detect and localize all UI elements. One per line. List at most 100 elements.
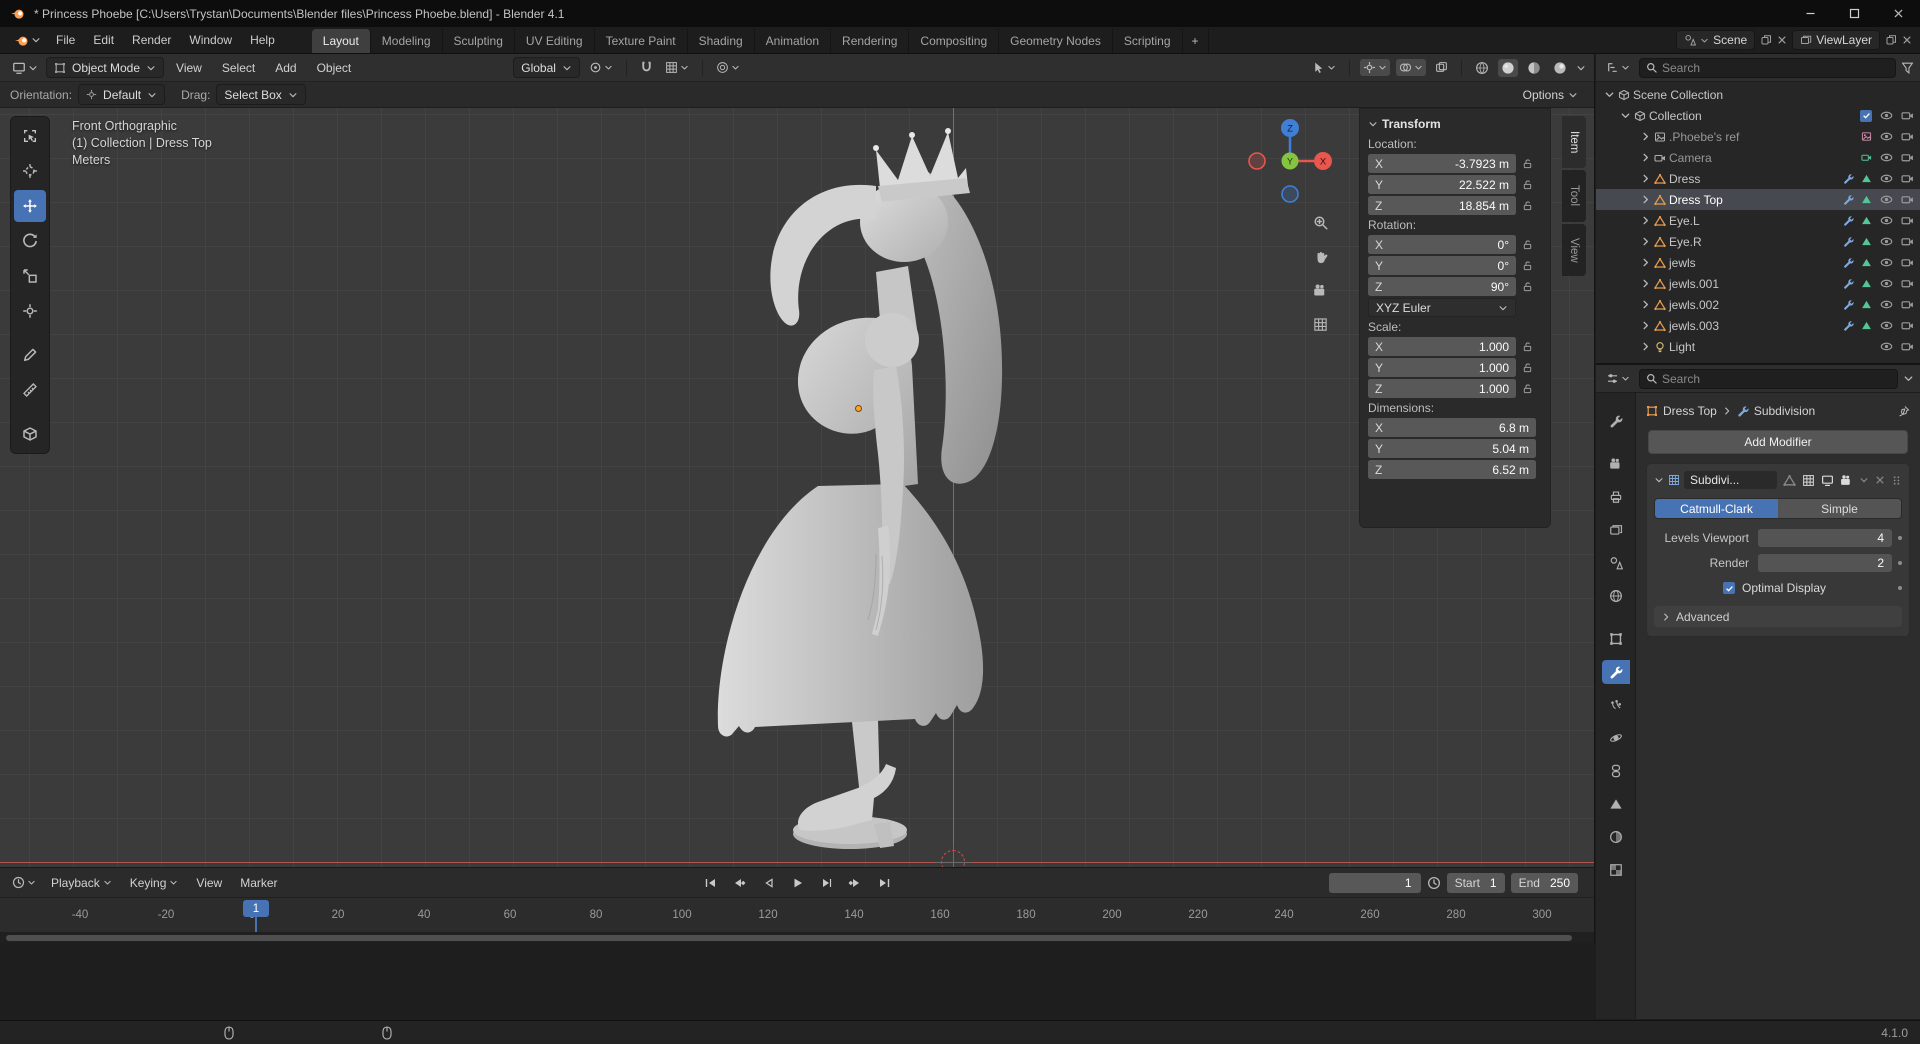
play-button[interactable] [784, 873, 810, 893]
workspace-tab-compositing[interactable]: Compositing [909, 29, 999, 53]
properties-search[interactable] [1639, 369, 1898, 389]
workspace-tab-modeling[interactable]: Modeling [371, 29, 443, 53]
workspace-tab-shading[interactable]: Shading [688, 29, 755, 53]
shading-dropdown-icon[interactable] [1576, 63, 1586, 73]
add-workspace-button[interactable]: + [1183, 29, 1209, 53]
advanced-section-header[interactable]: Advanced [1654, 606, 1902, 627]
rotate-tool[interactable] [14, 225, 46, 257]
eye-icon[interactable] [1880, 277, 1893, 290]
eye-icon[interactable] [1880, 235, 1893, 248]
tab-view[interactable]: View [1562, 224, 1586, 276]
tab-tool[interactable] [1602, 409, 1630, 433]
tab-texture[interactable] [1602, 858, 1630, 882]
extras-dropdown-icon[interactable] [1859, 475, 1869, 485]
toggle-xray[interactable] [1432, 59, 1451, 76]
tab-render[interactable] [1602, 452, 1630, 476]
transform-panel-header[interactable]: Transform [1368, 114, 1542, 134]
animate-dot-icon[interactable] [1898, 586, 1902, 590]
animate-dot-icon[interactable] [1898, 536, 1902, 540]
tab-item[interactable]: Item [1562, 116, 1586, 168]
tab-view-layer[interactable] [1602, 518, 1630, 542]
tab-tool[interactable]: Tool [1562, 170, 1586, 222]
lock-icon[interactable] [1522, 383, 1533, 394]
jump-to-start-button[interactable] [697, 873, 723, 893]
navigation-gizmo[interactable]: Z X Y [1245, 116, 1335, 206]
breadcrumb-object[interactable]: Dress Top [1663, 404, 1717, 418]
workspace-tab-geometry-nodes[interactable]: Geometry Nodes [999, 29, 1113, 53]
animate-dot-icon[interactable] [1898, 561, 1902, 565]
viewlayer-selector[interactable]: ViewLayer [1792, 30, 1880, 50]
pan-button[interactable] [1306, 242, 1334, 270]
outliner-search[interactable] [1639, 58, 1896, 78]
render-toggle-icon[interactable] [1901, 319, 1914, 332]
blender-app-menu[interactable] [8, 27, 47, 53]
camera-view-button[interactable] [1306, 276, 1334, 304]
outliner-row-camera[interactable]: Camera [1596, 147, 1920, 168]
location-x-field[interactable]: X-3.7923 m [1368, 154, 1516, 173]
options-chevron-icon[interactable] [1903, 373, 1914, 384]
outliner-editor-type-button[interactable] [1602, 59, 1634, 76]
menu-render[interactable]: Render [123, 27, 180, 53]
eye-icon[interactable] [1880, 109, 1893, 122]
timeline-ruler[interactable]: -40 -20 0 20 40 60 80 100 120 140 160 18… [0, 898, 1594, 933]
scene-selector[interactable]: Scene [1676, 30, 1755, 50]
move-tool[interactable] [14, 190, 46, 222]
menu-view[interactable]: View [189, 873, 229, 893]
collection-checkbox[interactable] [1860, 110, 1872, 122]
eye-icon[interactable] [1880, 172, 1893, 185]
outliner-row-light[interactable]: Light [1596, 336, 1920, 357]
add-cube-tool[interactable] [14, 418, 46, 450]
eye-icon[interactable] [1880, 340, 1893, 353]
outliner-row-phoebes-ref[interactable]: .Phoebe's ref [1596, 126, 1920, 147]
delete-modifier-icon[interactable] [1875, 475, 1885, 485]
outliner-search-input[interactable] [1662, 61, 1889, 75]
tab-output[interactable] [1602, 485, 1630, 509]
dimensions-x-field[interactable]: X6.8 m [1368, 418, 1536, 437]
workspace-tab-texture-paint[interactable]: Texture Paint [595, 29, 688, 53]
playhead[interactable]: 1 [243, 898, 269, 932]
drag-setting-dropdown[interactable]: Select Box [216, 84, 305, 105]
transform-tool[interactable] [14, 295, 46, 327]
scale-z-field[interactable]: Z1.000 [1368, 379, 1516, 398]
rotation-x-field[interactable]: X0° [1368, 235, 1516, 254]
menu-select[interactable]: Select [214, 58, 263, 78]
outliner-row-jewls-002[interactable]: jewls.002 [1596, 294, 1920, 315]
rotation-mode-dropdown[interactable]: XYZ Euler [1368, 298, 1516, 317]
eye-icon[interactable] [1880, 193, 1893, 206]
workspace-tab-scripting[interactable]: Scripting [1113, 29, 1183, 53]
render-toggle-icon[interactable] [1901, 109, 1914, 122]
render-toggle-icon[interactable] [1901, 340, 1914, 353]
tab-modifiers[interactable] [1602, 660, 1630, 684]
snap-target-dropdown[interactable] [662, 59, 692, 76]
timeline-editor-type-button[interactable] [8, 874, 40, 891]
shading-material-button[interactable] [1524, 59, 1544, 77]
pivot-point-dropdown[interactable] [586, 59, 616, 76]
eye-icon[interactable] [1880, 256, 1893, 269]
menu-window[interactable]: Window [180, 27, 241, 53]
render-levels-field[interactable]: 2 [1758, 554, 1892, 572]
lock-icon[interactable] [1522, 158, 1533, 169]
lock-icon[interactable] [1522, 200, 1533, 211]
location-y-field[interactable]: Y22.522 m [1368, 175, 1516, 194]
rotation-z-field[interactable]: Z90° [1368, 277, 1516, 296]
breadcrumb-modifier[interactable]: Subdivision [1754, 404, 1815, 418]
eye-icon[interactable] [1880, 298, 1893, 311]
timeline-scrollbar[interactable] [0, 933, 1594, 943]
show-overlays-toggle[interactable] [1396, 59, 1426, 76]
render-toggle-icon[interactable] [1901, 193, 1914, 206]
transform-orientation-dropdown[interactable]: Global [513, 57, 580, 78]
modifier-name-field[interactable]: Subdivi... [1684, 471, 1777, 489]
next-keyframe-button[interactable] [842, 873, 868, 893]
viewport-canvas[interactable]: Front Orthographic (1) Collection | Dres… [0, 108, 1594, 867]
tab-world[interactable] [1602, 584, 1630, 608]
maximize-button[interactable] [1832, 0, 1876, 27]
play-reverse-button[interactable] [755, 873, 781, 893]
new-scene-icon[interactable] [1760, 34, 1772, 46]
workspace-tab-layout[interactable]: Layout [312, 29, 371, 53]
select-box-tool[interactable] [14, 120, 46, 152]
menu-file[interactable]: File [47, 27, 84, 53]
realtime-toggle-icon[interactable] [1821, 474, 1834, 487]
scale-x-field[interactable]: X1.000 [1368, 337, 1516, 356]
zoom-button[interactable] [1306, 208, 1334, 236]
toggle-orthographic-button[interactable] [1306, 310, 1334, 338]
